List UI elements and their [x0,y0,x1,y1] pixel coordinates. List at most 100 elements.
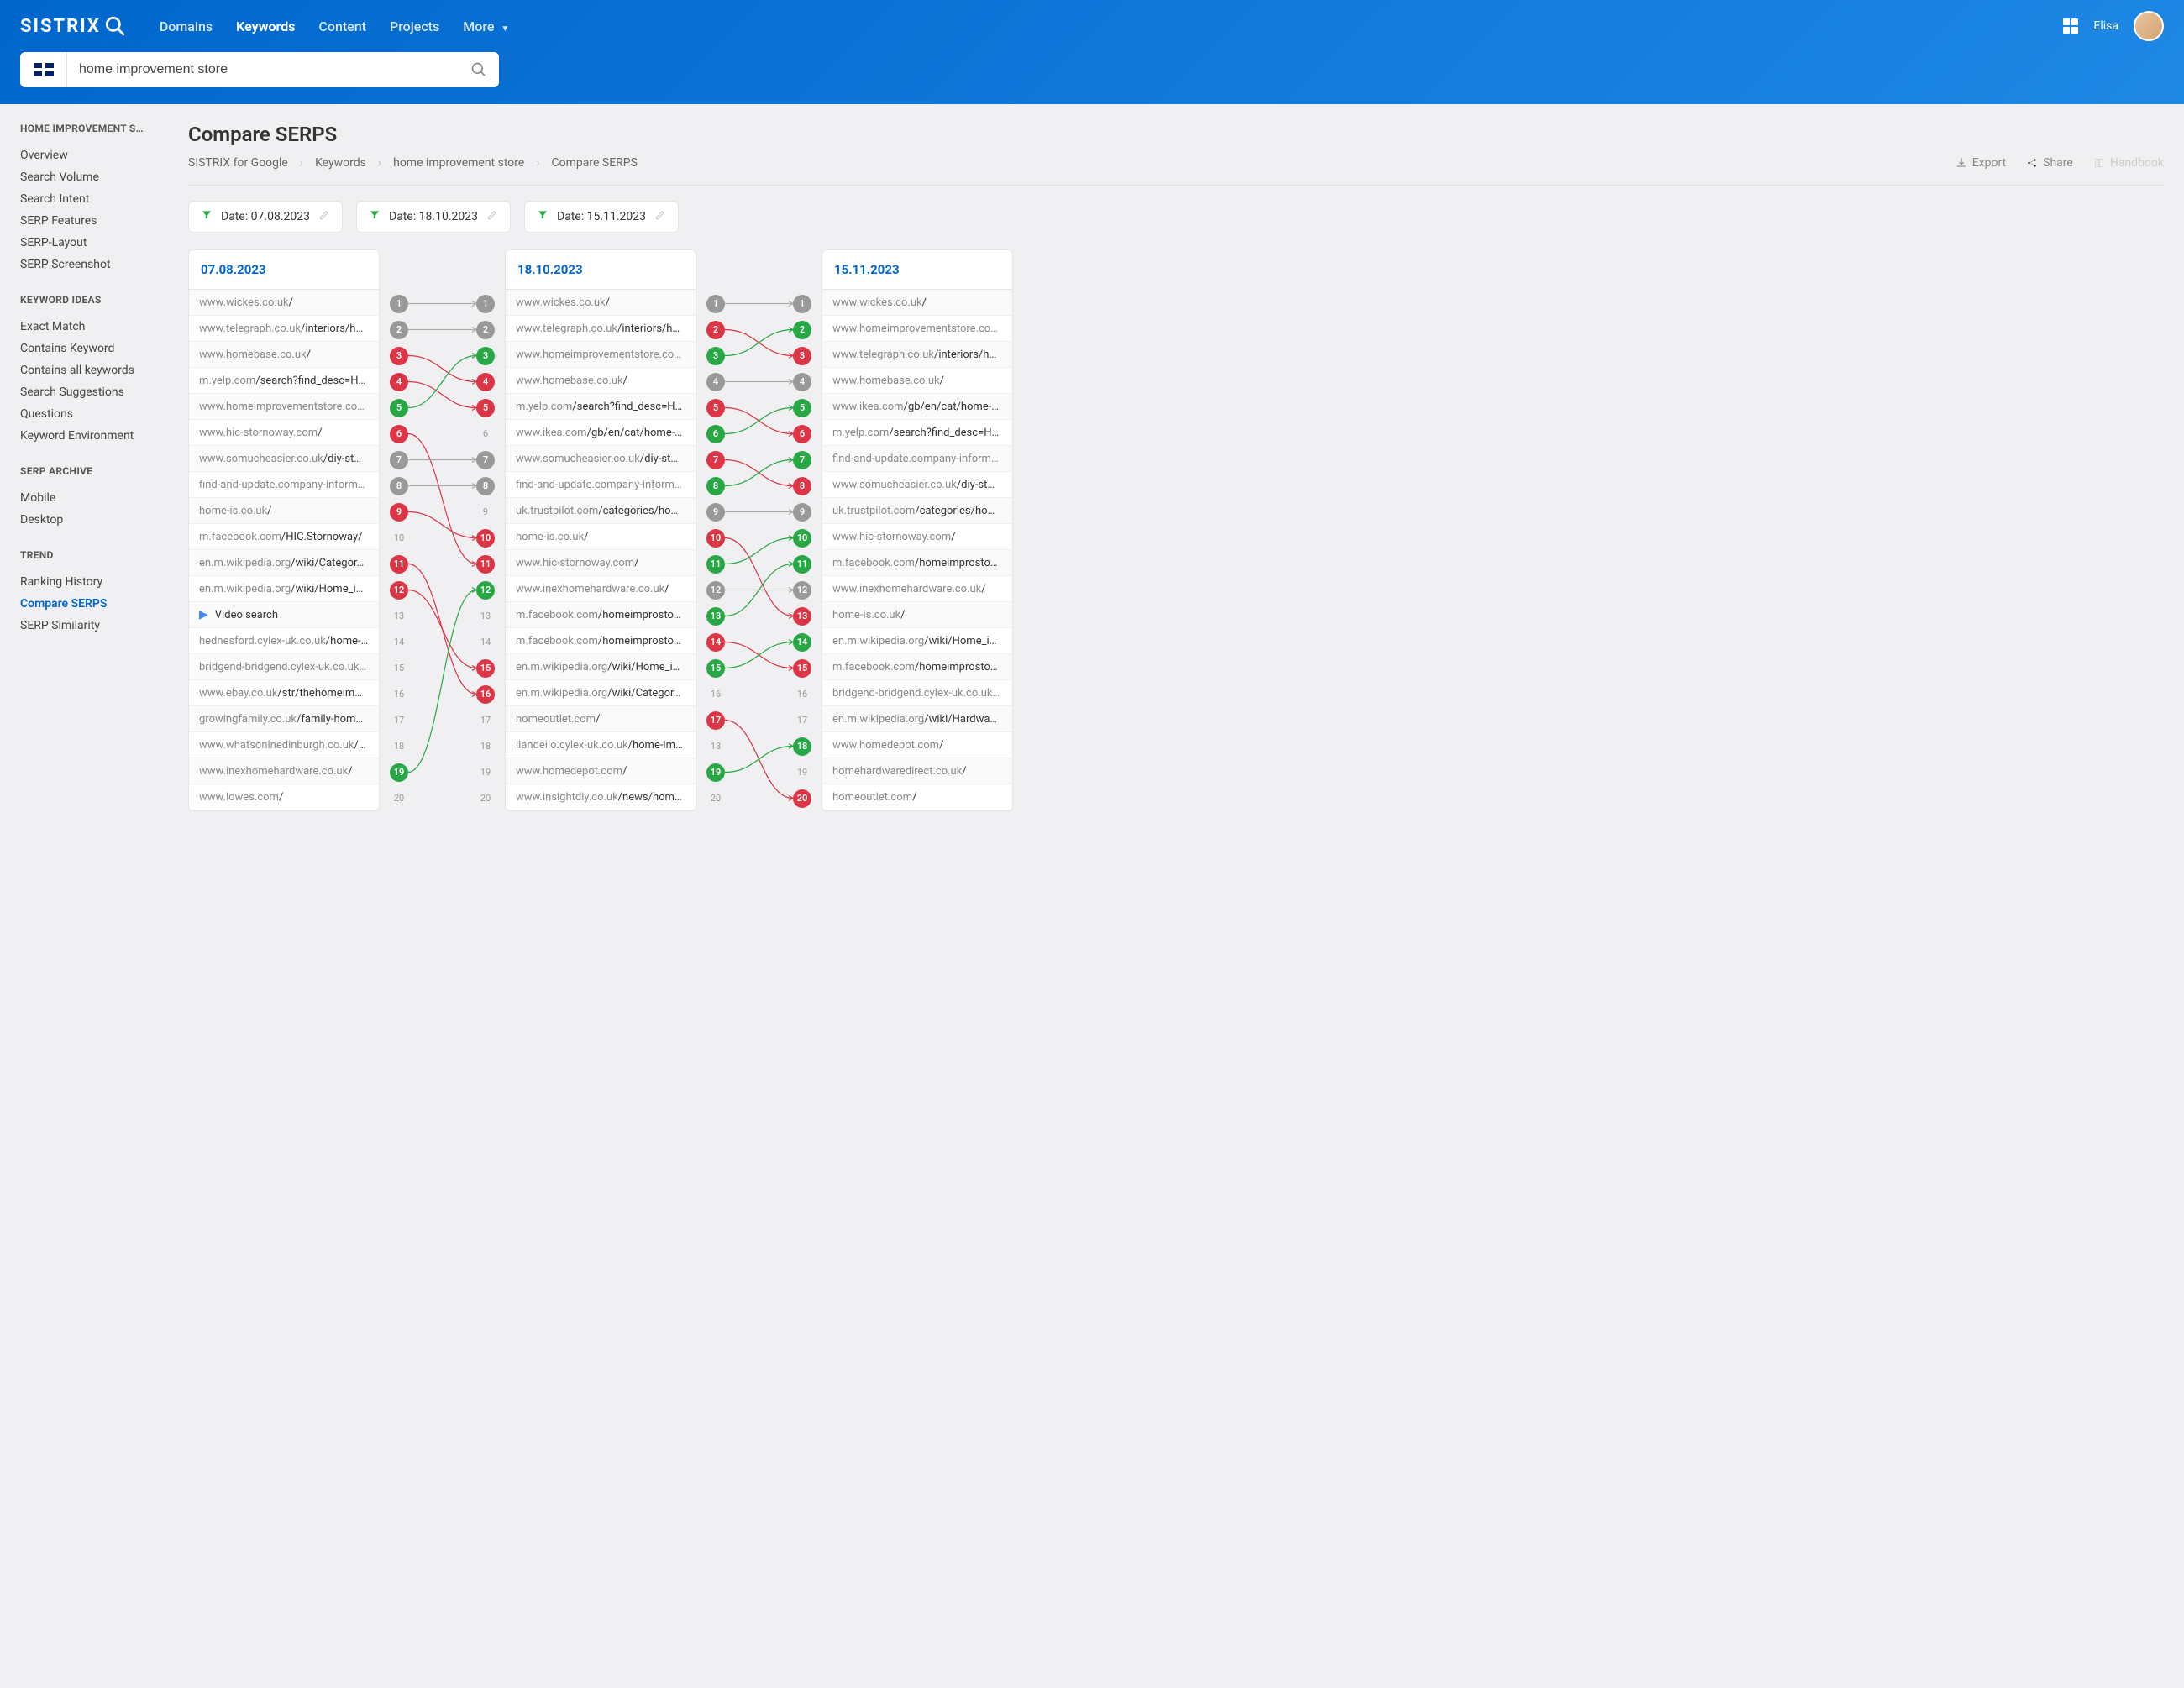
sidebar-item[interactable]: Overview [20,144,168,166]
serp-result-row[interactable]: m.yelp.com/search?find_desc=H… [822,420,1012,446]
sidebar-item[interactable]: Desktop [20,509,168,531]
date-filter-chip[interactable]: Date: 07.08.2023 [188,201,343,233]
serp-result-row[interactable]: uk.trustpilot.com/categories/ho… [822,498,1012,524]
serp-result-row[interactable]: www.inexhomehardware.co.uk/ [506,576,696,602]
serp-result-row[interactable]: www.homedepot.com/ [822,732,1012,758]
serp-result-row[interactable]: en.m.wikipedia.org/wiki/Home_i… [189,576,379,602]
sidebar-item[interactable]: SERP Features [20,210,168,232]
serp-result-row[interactable]: www.homebase.co.uk/ [506,368,696,394]
serp-result-row[interactable]: bridgend-bridgend.cylex-uk.co.uk… [189,654,379,680]
sidebar-item[interactable]: Contains Keyword [20,338,168,359]
serp-result-row[interactable]: uk.trustpilot.com/categories/ho… [506,498,696,524]
handbook-button[interactable]: Handbook [2093,156,2164,170]
sidebar-item[interactable]: SERP-Layout [20,232,168,254]
nav-item[interactable]: Projects [390,18,439,34]
serp-result-row[interactable]: m.yelp.com/search?find_desc=H… [506,394,696,420]
sidebar-item[interactable]: SERP Similarity [20,615,168,637]
serp-result-row[interactable]: en.m.wikipedia.org/wiki/Home_i… [506,654,696,680]
serp-result-row[interactable]: www.somucheasier.co.uk/diy-st… [822,472,1012,498]
pencil-icon[interactable] [318,209,330,224]
serp-result-row[interactable]: m.facebook.com/homeimprosto… [506,628,696,654]
serp-result-row[interactable]: www.homeimprovementstore.co… [822,316,1012,342]
serp-result-row[interactable]: bridgend-bridgend.cylex-uk.co.uk… [822,680,1012,706]
serp-result-row[interactable]: www.homedepot.com/ [506,758,696,784]
serp-result-row[interactable]: find-and-update.company-inform… [822,446,1012,472]
serp-result-row[interactable]: home-is.co.uk/ [189,498,379,524]
pencil-icon[interactable] [654,209,666,224]
serp-result-row[interactable]: llandeilo.cylex-uk.co.uk/home-im… [506,732,696,758]
serp-result-row[interactable]: find-and-update.company-inform… [506,472,696,498]
serp-result-row[interactable]: www.lowes.com/ [189,784,379,810]
serp-result-row[interactable]: www.homebase.co.uk/ [189,342,379,368]
serp-result-row[interactable]: en.m.wikipedia.org/wiki/Home_i… [822,628,1012,654]
serp-result-row[interactable]: m.facebook.com/homeimprosto… [506,602,696,628]
serp-result-row[interactable]: www.hic-stornoway.com/ [822,524,1012,550]
share-button[interactable]: Share [2026,156,2073,170]
serp-result-row[interactable]: en.m.wikipedia.org/wiki/Categor… [189,550,379,576]
breadcrumb-item[interactable]: SISTRIX for Google [188,156,288,170]
export-button[interactable]: Export [1956,156,2006,170]
sidebar-item[interactable]: Search Volume [20,166,168,188]
serp-result-row[interactable]: www.ikea.com/gb/en/cat/home-… [822,394,1012,420]
date-filter-chip[interactable]: Date: 18.10.2023 [356,201,511,233]
serp-result-row[interactable]: www.telegraph.co.uk/interiors/h… [189,316,379,342]
pencil-icon[interactable] [486,209,498,224]
apps-icon[interactable] [2063,18,2078,34]
breadcrumb-item[interactable]: Compare SERPS [552,156,638,170]
sidebar-item[interactable]: SERP Screenshot [20,254,168,275]
serp-result-row[interactable]: www.inexhomehardware.co.uk/ [189,758,379,784]
sidebar-item[interactable]: Keyword Environment [20,425,168,447]
serp-result-row[interactable]: www.homeimprovementstore.co… [189,394,379,420]
serp-result-row[interactable]: hednesford.cylex-uk.co.uk/home-… [189,628,379,654]
serp-result-row[interactable]: www.wickes.co.uk/ [189,290,379,316]
serp-result-row[interactable]: ▶Video search [189,602,379,628]
serp-result-row[interactable]: home-is.co.uk/ [506,524,696,550]
serp-result-row[interactable]: en.m.wikipedia.org/wiki/Hardwa… [822,706,1012,732]
serp-result-row[interactable]: www.hic-stornoway.com/ [189,420,379,446]
serp-result-row[interactable]: www.homeimprovementstore.co… [506,342,696,368]
serp-result-row[interactable]: www.insightdiy.co.uk/news/hom… [506,784,696,810]
breadcrumb-item[interactable]: Keywords [315,156,366,170]
serp-result-row[interactable]: www.ikea.com/gb/en/cat/home-… [506,420,696,446]
serp-result-row[interactable]: www.somucheasier.co.uk/diy-st… [189,446,379,472]
country-selector[interactable] [20,52,67,87]
serp-result-row[interactable]: www.telegraph.co.uk/interiors/h… [506,316,696,342]
serp-result-row[interactable]: m.yelp.com/search?find_desc=H… [189,368,379,394]
serp-result-row[interactable]: m.facebook.com/HIC.Stornoway/ [189,524,379,550]
nav-item[interactable]: Domains [160,18,213,34]
serp-result-row[interactable]: homeoutlet.com/ [506,706,696,732]
avatar[interactable] [2134,11,2164,41]
nav-item[interactable]: Content [318,18,366,34]
logo[interactable]: SISTRIX [20,15,126,37]
serp-result-row[interactable]: www.ebay.co.uk/str/thehomeim… [189,680,379,706]
sidebar-item[interactable]: Compare SERPS [20,593,168,615]
serp-result-row[interactable]: homehardwaredirect.co.uk/ [822,758,1012,784]
nav-item[interactable]: Keywords [236,18,295,34]
serp-result-row[interactable]: home-is.co.uk/ [822,602,1012,628]
serp-result-row[interactable]: find-and-update.company-inform… [189,472,379,498]
serp-result-row[interactable]: m.facebook.com/homeimprosto… [822,654,1012,680]
serp-result-row[interactable]: growingfamily.co.uk/family-hom… [189,706,379,732]
search-button[interactable] [459,61,499,78]
nav-item[interactable]: More ▼ [463,18,509,34]
search-input[interactable] [67,62,459,77]
serp-result-row[interactable]: www.wickes.co.uk/ [506,290,696,316]
serp-result-row[interactable]: www.homebase.co.uk/ [822,368,1012,394]
serp-result-row[interactable]: www.inexhomehardware.co.uk/ [822,576,1012,602]
serp-result-row[interactable]: www.telegraph.co.uk/interiors/h… [822,342,1012,368]
serp-result-row[interactable]: www.hic-stornoway.com/ [506,550,696,576]
serp-result-row[interactable]: www.wickes.co.uk/ [822,290,1012,316]
sidebar-item[interactable]: Search Intent [20,188,168,210]
sidebar-item[interactable]: Mobile [20,487,168,509]
sidebar-item[interactable]: Ranking History [20,571,168,593]
serp-result-row[interactable]: en.m.wikipedia.org/wiki/Categor… [506,680,696,706]
breadcrumb-item[interactable]: home improvement store [393,156,524,170]
sidebar-item[interactable]: Contains all keywords [20,359,168,381]
user-name[interactable]: Elisa [2093,19,2118,33]
serp-result-row[interactable]: www.whatsoninedinburgh.co.uk/… [189,732,379,758]
sidebar-item[interactable]: Exact Match [20,316,168,338]
serp-result-row[interactable]: m.facebook.com/homeimprosto… [822,550,1012,576]
serp-result-row[interactable]: homeoutlet.com/ [822,784,1012,810]
sidebar-item[interactable]: Search Suggestions [20,381,168,403]
serp-result-row[interactable]: www.somucheasier.co.uk/diy-st… [506,446,696,472]
